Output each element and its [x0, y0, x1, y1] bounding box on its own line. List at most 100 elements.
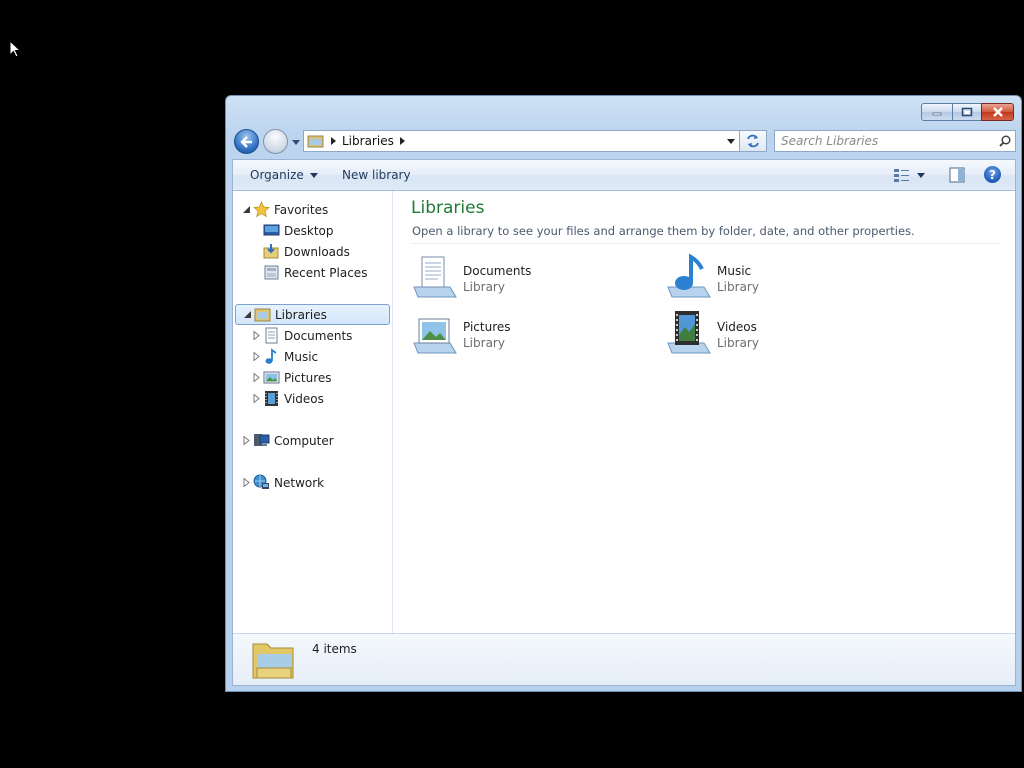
address-bar[interactable]: Libraries: [303, 130, 740, 152]
chevron-down-icon: [917, 172, 925, 178]
tree-downloads[interactable]: Downloads: [233, 241, 391, 262]
change-view-button[interactable]: [893, 167, 925, 183]
page-description: Open a library to see your files and arr…: [412, 224, 915, 238]
libraries-icon: [307, 133, 327, 149]
recent-pages-button[interactable]: [291, 137, 301, 147]
library-view: Libraries Open a library to see your fil…: [393, 191, 1015, 635]
tree-label: Libraries: [275, 308, 327, 322]
maximize-button[interactable]: [952, 103, 981, 121]
tree-label: Documents: [284, 329, 353, 343]
tree-label: Recent Places: [284, 266, 368, 280]
libraries-folder-icon: [252, 643, 294, 679]
breadcrumb-separator-icon[interactable]: [397, 133, 409, 149]
library-type: Library: [717, 280, 759, 294]
library-type: Library: [463, 280, 505, 294]
tree-videos[interactable]: Videos: [233, 388, 391, 409]
pictures-icon: [263, 371, 280, 384]
library-item-documents[interactable]: Documents Library: [410, 253, 640, 303]
videos-library-icon: [667, 311, 711, 354]
music-note-icon: [265, 348, 277, 364]
tree-label: Videos: [284, 392, 324, 406]
caption-buttons: [921, 103, 1014, 121]
video-film-icon: [265, 391, 278, 406]
favorites-star-icon: [253, 201, 270, 218]
expanded-arrow-icon: [244, 311, 251, 318]
library-item-music[interactable]: Music Library: [664, 253, 894, 303]
libraries-icon: [254, 308, 271, 322]
address-history-dropdown[interactable]: [723, 131, 739, 151]
minimize-button[interactable]: [921, 103, 952, 121]
tree-label: Network: [274, 476, 325, 490]
desktop-icon: [263, 224, 280, 236]
navigation-pane: Favorites Desktop Downloads Recent Place…: [233, 191, 393, 635]
tree-label: Computer: [274, 434, 334, 448]
tree-label: Downloads: [284, 245, 350, 259]
library-item-pictures[interactable]: Pictures Library: [410, 309, 640, 359]
maximize-icon: [961, 107, 973, 117]
library-name: Music: [717, 264, 752, 278]
collapsed-arrow-icon: [243, 478, 250, 487]
breadcrumb-libraries[interactable]: Libraries: [339, 134, 397, 148]
downloads-icon: [263, 244, 279, 259]
help-button[interactable]: ?: [984, 166, 1001, 183]
close-button[interactable]: [981, 103, 1014, 121]
mouse-cursor-icon: [9, 40, 21, 58]
pictures-library-icon: [413, 318, 457, 354]
library-type: Library: [463, 336, 505, 350]
tree-desktop[interactable]: Desktop: [233, 220, 391, 241]
library-name: Pictures: [463, 320, 511, 334]
documents-icon: [265, 327, 278, 344]
back-button[interactable]: [234, 129, 259, 154]
library-name: Documents: [463, 264, 532, 278]
recent-places-icon: [264, 265, 279, 280]
tree-network[interactable]: Network: [233, 472, 391, 493]
network-icon: [253, 474, 269, 489]
chevron-down-icon: [727, 138, 735, 144]
library-name: Videos: [717, 320, 757, 334]
computer-icon: [254, 434, 270, 446]
refresh-button[interactable]: [740, 130, 767, 152]
search-input[interactable]: [775, 131, 995, 151]
tree-label: Favorites: [274, 203, 329, 217]
minimize-icon: [932, 112, 942, 116]
tree-label: Music: [284, 350, 319, 364]
divider: [411, 243, 1001, 244]
refresh-icon: [747, 134, 759, 148]
collapsed-arrow-icon: [253, 352, 260, 361]
forward-button[interactable]: [263, 129, 288, 154]
search-icon[interactable]: [995, 132, 1015, 150]
tree-music[interactable]: Music: [233, 346, 391, 367]
item-count: 4 items: [312, 642, 357, 656]
details-pane: 4 items: [233, 633, 1015, 685]
tree-libraries[interactable]: Libraries: [235, 304, 390, 325]
page-title: Libraries: [411, 198, 485, 218]
new-library-button[interactable]: New library: [342, 160, 411, 190]
chevron-down-icon: [292, 139, 300, 145]
navigation-bar: Libraries: [234, 128, 1016, 154]
breadcrumb-separator-icon[interactable]: [327, 133, 339, 149]
collapsed-arrow-icon: [243, 436, 250, 445]
collapsed-arrow-icon: [253, 331, 260, 340]
command-bar: Organize New library ?: [233, 160, 1015, 191]
tree-favorites[interactable]: Favorites: [233, 199, 391, 220]
collapsed-arrow-icon: [253, 373, 260, 382]
tree-label: Pictures: [284, 371, 332, 385]
tree-documents[interactable]: Documents: [233, 325, 391, 346]
chevron-down-icon: [309, 172, 318, 178]
organize-label: Organize: [250, 168, 304, 182]
back-arrow-icon: [239, 135, 252, 148]
library-type: Library: [717, 336, 759, 350]
tree-pictures[interactable]: Pictures: [233, 367, 391, 388]
organize-button[interactable]: Organize: [250, 160, 318, 190]
expanded-arrow-icon: [243, 206, 250, 213]
search-box[interactable]: [774, 130, 1016, 152]
close-icon: [992, 107, 1003, 117]
view-options-icon: [894, 169, 909, 182]
library-item-videos[interactable]: Videos Library: [664, 309, 894, 359]
preview-pane-icon[interactable]: [949, 167, 965, 183]
content-frame: Organize New library ? Favorites Desktop…: [232, 159, 1016, 686]
tree-computer[interactable]: Computer: [233, 430, 391, 451]
tree-recent-places[interactable]: Recent Places: [233, 262, 391, 283]
documents-library-icon: [413, 256, 457, 298]
music-library-icon: [667, 253, 711, 298]
